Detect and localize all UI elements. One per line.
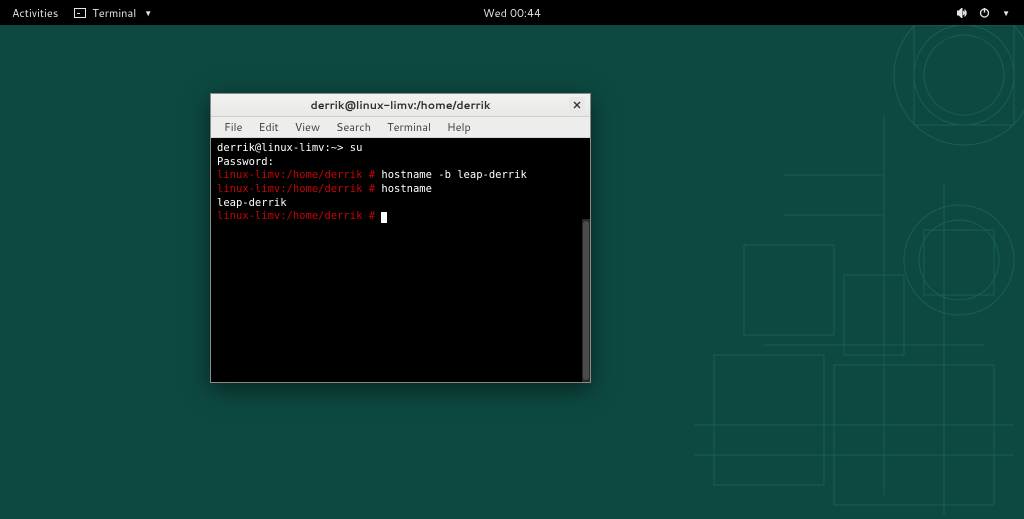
output-line: Password:: [217, 156, 584, 170]
menu-help[interactable]: Help: [440, 117, 478, 137]
terminal-icon: [74, 8, 86, 18]
cmd-text: hostname: [375, 183, 432, 195]
menu-search[interactable]: Search: [329, 117, 378, 137]
chevron-down-icon: ▼: [144, 7, 152, 19]
root-prompt: linux-limv:/home/derrik #: [217, 169, 375, 181]
app-menu-label: Terminal: [92, 5, 136, 21]
titlebar[interactable]: derrik@linux-limv:/home/derrik: [211, 94, 590, 117]
terminal-window: derrik@linux-limv:/home/derrik File Edit…: [210, 93, 591, 383]
cursor: [381, 212, 387, 223]
user-prompt: derrik@linux-limv:~>: [217, 142, 343, 154]
cmd-text: hostname -b leap-derrik: [375, 169, 527, 181]
window-title: derrik@linux-limv:/home/derrik: [310, 97, 490, 113]
menu-view[interactable]: View: [288, 117, 327, 137]
clock[interactable]: Wed 00:44: [483, 5, 541, 21]
menubar: File Edit View Search Terminal Help: [211, 117, 590, 138]
close-button[interactable]: [569, 97, 585, 113]
power-icon[interactable]: [979, 7, 990, 18]
output-line: leap-derrik: [217, 197, 584, 211]
chevron-down-icon[interactable]: ▼: [1002, 7, 1010, 19]
menu-file[interactable]: File: [217, 117, 249, 137]
terminal-output[interactable]: derrik@linux-limv:~> su Password: linux-…: [211, 138, 590, 382]
root-prompt: linux-limv:/home/derrik #: [217, 210, 375, 222]
menu-terminal[interactable]: Terminal: [380, 117, 438, 137]
activities-button[interactable]: Activities: [10, 3, 60, 23]
root-prompt: linux-limv:/home/derrik #: [217, 183, 375, 195]
cmd-text: su: [343, 142, 362, 154]
volume-icon[interactable]: [957, 8, 969, 18]
app-menu[interactable]: Terminal ▼: [68, 3, 158, 23]
close-icon: [573, 101, 581, 109]
scrollbar-thumb[interactable]: [583, 221, 589, 380]
wallpaper-decoration: [684, 15, 1024, 519]
menu-edit[interactable]: Edit: [251, 117, 285, 137]
gnome-topbar: Activities Terminal ▼ Wed 00:44 ▼: [0, 0, 1024, 25]
